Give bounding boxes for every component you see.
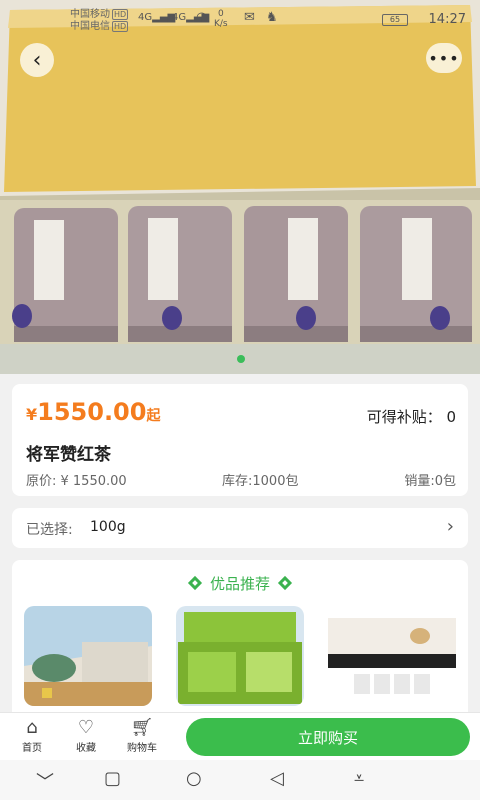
- signal-icon: 4G▂▄▆: [138, 12, 176, 23]
- carrier-1: 中国移动: [70, 9, 110, 20]
- stock-count: 库存:1000包: [222, 474, 299, 489]
- product-image[interactable]: [0, 0, 480, 374]
- back-triangle-icon[interactable]: ◁: [270, 768, 284, 789]
- more-icon: •••: [428, 48, 460, 68]
- buy-now-button[interactable]: 立即购买: [186, 718, 470, 756]
- heart-icon: ♡: [77, 717, 95, 738]
- carrier-2: 中国电信: [70, 21, 110, 32]
- message-icon: ✉: [244, 10, 255, 25]
- product-thumbnail: [24, 606, 152, 706]
- favorite-button[interactable]: ♡ 收藏: [62, 717, 110, 754]
- recommended-product-2[interactable]: [176, 606, 304, 706]
- more-button[interactable]: •••: [426, 43, 462, 73]
- original-price: 原价: ¥ 1550.00: [26, 474, 127, 489]
- network-speed: 0 K/s: [214, 9, 228, 29]
- recommended-product-1[interactable]: [24, 606, 152, 706]
- system-status-bar: 中国移动 HD 中国电信 HD 4G▂▄▆ 4G▂▄▆ ◠ 0 K/s ✉ ♞ 65…: [0, 0, 480, 40]
- subsidy-text: 可得补贴： 0: [366, 408, 456, 426]
- home-icon: ⌂: [26, 717, 38, 738]
- bottom-action-bar: ⌂ 首页 ♡ 收藏 🛒︎ 购物车 立即购买: [0, 712, 480, 760]
- recommended-product-3[interactable]: [328, 606, 456, 706]
- wifi-icon: ◠: [196, 10, 208, 25]
- chevron-down-icon[interactable]: ﹀: [36, 768, 54, 794]
- sales-count: 销量:0包: [404, 474, 456, 489]
- selection-label: 已选择:: [26, 522, 73, 538]
- hd-badge: HD: [112, 21, 129, 32]
- product-thumbnail: [328, 606, 456, 706]
- cart-icon: 🛒︎: [130, 717, 154, 738]
- qq-icon: ♞: [266, 10, 278, 25]
- back-button[interactable]: ‹: [20, 43, 54, 77]
- notification-pull-icon[interactable]: ⩡: [354, 768, 364, 789]
- recommendation-section: 优品推荐: [12, 560, 468, 720]
- system-navigation-bar: ﹀ ▢ ○ ◁ ⩡: [0, 760, 480, 800]
- tea-gift-box-illustration: [0, 0, 480, 374]
- back-icon: ‹: [32, 47, 42, 73]
- recommendation-title: 优品推荐: [12, 573, 468, 594]
- carousel-indicator: [237, 355, 245, 363]
- product-thumbnail: [176, 606, 304, 706]
- diamond-icon: [187, 575, 203, 591]
- cart-button[interactable]: 🛒︎ 购物车: [118, 717, 166, 754]
- selection-value: 100g: [90, 519, 126, 535]
- product-title: 将军赞红茶: [26, 445, 111, 465]
- carrier-labels: 中国移动 HD 中国电信 HD: [70, 9, 129, 33]
- battery-icon: 65: [382, 14, 408, 26]
- hd-badge: HD: [112, 9, 129, 20]
- recent-apps-icon[interactable]: ▢: [104, 768, 121, 789]
- spec-selector[interactable]: 已选择: 100g ›: [12, 508, 468, 548]
- product-info-card: ¥1550.00起 可得补贴： 0 将军赞红茶 原价: ¥ 1550.00 库存…: [12, 384, 468, 496]
- chevron-right-icon: ›: [446, 516, 454, 537]
- home-circle-icon[interactable]: ○: [186, 768, 202, 789]
- clock: 14:27: [428, 12, 466, 27]
- home-button[interactable]: ⌂ 首页: [8, 717, 56, 754]
- diamond-icon: [277, 575, 293, 591]
- price: ¥1550.00起: [26, 398, 161, 426]
